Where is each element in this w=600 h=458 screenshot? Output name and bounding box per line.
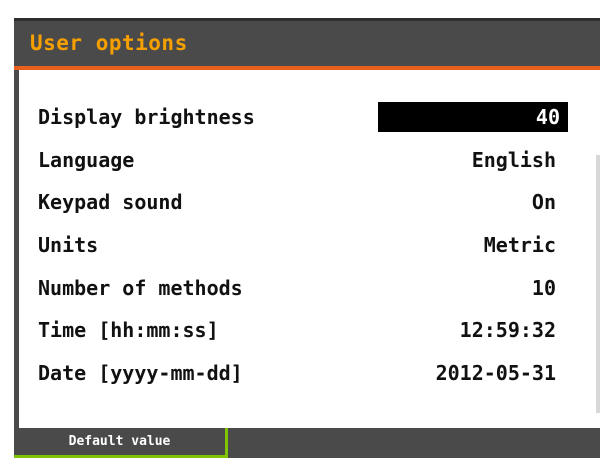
option-row-display-brightness[interactable]: Display brightness 40	[38, 100, 568, 134]
option-value[interactable]: English	[472, 148, 568, 172]
option-value[interactable]: 12:59:32	[460, 318, 568, 342]
option-row-time[interactable]: Time [hh:mm:ss] 12:59:32	[38, 313, 568, 347]
user-options-screen: User options Display brightness 40 Langu…	[0, 0, 600, 458]
softkey-bar: Default value	[14, 428, 600, 458]
page-title: User options	[30, 31, 188, 55]
option-label: Number of methods	[38, 276, 243, 300]
option-label: Time [hh:mm:ss]	[38, 318, 219, 342]
option-label: Units	[38, 233, 99, 257]
option-value[interactable]: 2012-05-31	[436, 361, 568, 385]
title-bar: User options	[14, 18, 600, 66]
option-row-language[interactable]: Language English	[38, 143, 568, 177]
scrollbar[interactable]	[596, 155, 600, 413]
option-row-keypad-sound[interactable]: Keypad sound On	[38, 185, 568, 219]
option-label: Date [yyyy-mm-dd]	[38, 361, 243, 385]
option-value[interactable]: Metric	[484, 233, 568, 257]
option-value[interactable]: 10	[532, 276, 568, 300]
option-label: Display brightness	[38, 105, 255, 129]
option-row-date[interactable]: Date [yyyy-mm-dd] 2012-05-31	[38, 356, 568, 390]
default-value-button[interactable]: Default value	[14, 428, 228, 458]
option-value-selected[interactable]: 40	[378, 102, 568, 132]
option-label: Language	[38, 148, 135, 172]
option-value[interactable]: On	[532, 190, 568, 214]
option-row-units[interactable]: Units Metric	[38, 228, 568, 262]
option-row-number-of-methods[interactable]: Number of methods 10	[38, 271, 568, 305]
option-label: Keypad sound	[38, 190, 183, 214]
